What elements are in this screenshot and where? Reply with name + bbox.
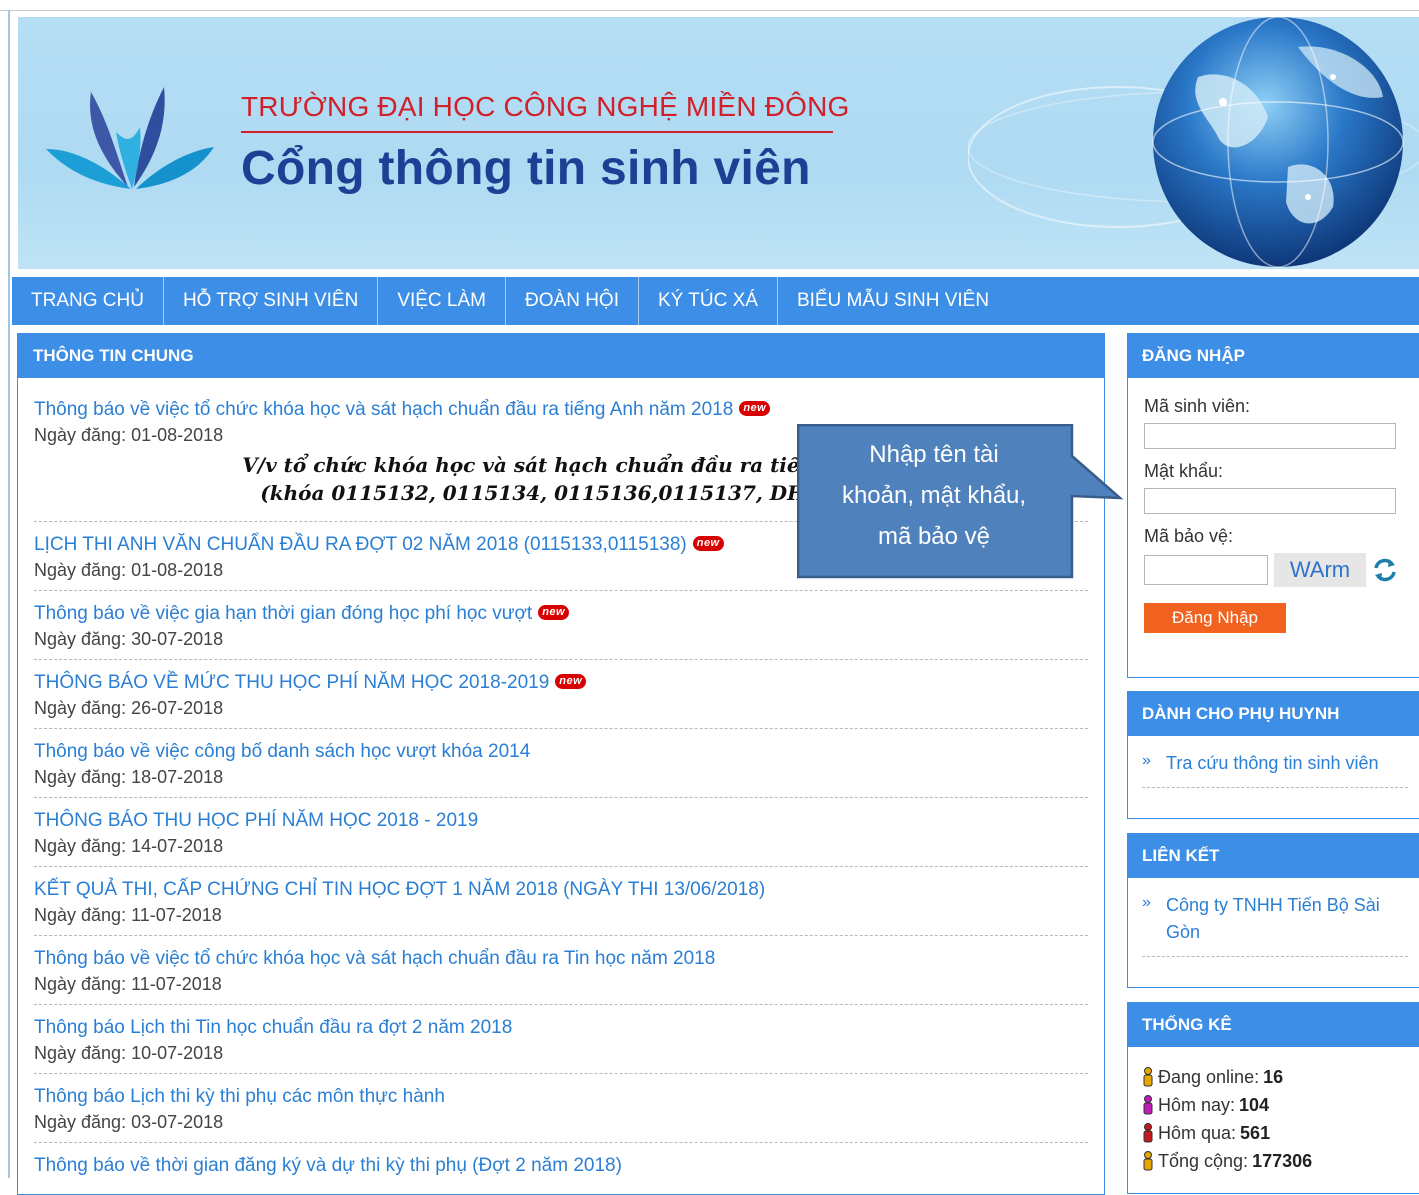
- news-item: THÔNG BÁO VỀ MỨC THU HỌC PHÍ NĂM HỌC 201…: [34, 667, 1088, 729]
- main-nav: TRANG CHỦ HỖ TRỢ SINH VIÊN VIỆC LÀM ĐOÀN…: [12, 277, 1419, 325]
- callout-line-2: khoản, mật khẩu,: [841, 482, 1027, 509]
- stats-header: THỐNG KÊ: [1128, 1003, 1419, 1047]
- captcha-image: WArm: [1274, 553, 1366, 587]
- callout-line-3: mã bảo vệ: [877, 523, 991, 550]
- stat-yesterday-value: 561: [1240, 1123, 1271, 1143]
- news-title-link[interactable]: KẾT QUẢ THI, CẤP CHỨNG CHỈ TIN HỌC ĐỢT 1…: [34, 879, 765, 900]
- news-item: KẾT QUẢ THI, CẤP CHỨNG CHỈ TIN HỌC ĐỢT 1…: [34, 874, 1088, 936]
- news-title-link[interactable]: THÔNG BÁO VỀ MỨC THU HỌC PHÍ NĂM HỌC 201…: [34, 672, 549, 693]
- nav-item-dormitory[interactable]: KÝ TÚC XÁ: [639, 277, 778, 325]
- chevron-right-icon: »: [1142, 894, 1151, 911]
- stat-yesterday: Hôm qua: 561: [1142, 1119, 1419, 1147]
- password-input[interactable]: [1144, 488, 1396, 514]
- general-info-header: THÔNG TIN CHUNG: [18, 334, 1104, 378]
- stat-total-value: 177306: [1252, 1151, 1313, 1171]
- captcha-label: Mã bảo vệ:: [1144, 526, 1234, 546]
- news-date: Ngày đăng: 14-07-2018: [34, 836, 224, 856]
- news-title-link[interactable]: Thông báo Lịch thi Tin học chuẩn đầu ra …: [34, 1017, 512, 1038]
- partner-link[interactable]: Công ty TNHH Tiến Bộ Sài Gòn: [1166, 892, 1408, 946]
- login-button[interactable]: Đăng Nhập: [1144, 603, 1286, 633]
- news-title-link[interactable]: LỊCH THI ANH VĂN CHUẨN ĐẦU RA ĐỢT 02 NĂM…: [34, 534, 687, 555]
- instruction-callout-text: Nhập tên tài khoản, mật khẩu, mã bảo vệ: [803, 434, 1065, 557]
- stat-yesterday-label: Hôm qua:: [1158, 1123, 1237, 1143]
- school-name: TRƯỜNG ĐẠI HỌC CÔNG NGHỆ MIỀN ĐÔNG: [241, 91, 850, 122]
- person-icon: [1143, 1151, 1153, 1171]
- news-date: Ngày đăng: 10-07-2018: [34, 1043, 224, 1063]
- news-title-link[interactable]: Thông báo về việc tổ chức khóa học và sá…: [34, 399, 733, 420]
- news-date: Ngày đăng: 11-07-2018: [34, 905, 222, 925]
- nav-item-jobs[interactable]: VIỆC LÀM: [378, 277, 507, 325]
- captcha-row: WArm: [1144, 553, 1419, 587]
- person-icon: [1143, 1067, 1153, 1087]
- news-item: THÔNG BÁO THU HỌC PHÍ NĂM HỌC 2018 - 201…: [34, 805, 1088, 867]
- parents-header: DÀNH CHO PHỤ HUYNH: [1128, 692, 1419, 736]
- page-left-border: [8, 10, 10, 1178]
- news-title-link[interactable]: THÔNG BÁO THU HỌC PHÍ NĂM HỌC 2018 - 201…: [34, 810, 478, 831]
- news-date: Ngày đăng: 18-07-2018: [34, 767, 224, 787]
- chevron-right-icon: »: [1142, 752, 1151, 769]
- nav-item-home[interactable]: TRANG CHỦ: [12, 277, 164, 325]
- news-date: Ngày đăng: 30-07-2018: [34, 629, 224, 649]
- stat-total: Tổng cộng: 177306: [1142, 1147, 1419, 1175]
- partner-link-item: » Công ty TNHH Tiến Bộ Sài Gòn: [1142, 878, 1408, 957]
- news-item: Thông báo Lịch thi kỳ thi phụ các môn th…: [34, 1081, 1088, 1143]
- stat-online-value: 16: [1263, 1067, 1284, 1087]
- new-badge: new: [538, 605, 570, 620]
- news-item: Thông báo về việc tổ chức khóa học và sá…: [34, 943, 1088, 1005]
- stat-online-label: Đang online:: [1158, 1067, 1260, 1087]
- password-label: Mật khẩu:: [1144, 461, 1224, 481]
- student-lookup-link[interactable]: Tra cứu thông tin sinh viên: [1166, 750, 1379, 777]
- globe-icon: [968, 17, 1419, 268]
- stat-today: Hôm nay: 104: [1142, 1091, 1419, 1119]
- news-item: Thông báo về việc công bố danh sách học …: [34, 736, 1088, 798]
- news-title-link[interactable]: Thông báo về việc gia hạn thời gian đóng…: [34, 603, 532, 624]
- person-icon: [1143, 1095, 1153, 1115]
- news-date: Ngày đăng: 11-07-2018: [34, 974, 222, 994]
- new-badge: new: [739, 401, 771, 416]
- refresh-captcha-icon[interactable]: [1372, 557, 1398, 583]
- news-title-link[interactable]: Thông báo về việc công bố danh sách học …: [34, 741, 530, 762]
- stat-today-value: 104: [1239, 1095, 1270, 1115]
- links-header: LIÊN KẾT: [1128, 834, 1419, 878]
- parents-panel: DÀNH CHO PHỤ HUYNH » Tra cứu thông tin s…: [1127, 691, 1419, 819]
- person-icon: [1143, 1123, 1153, 1143]
- stat-today-label: Hôm nay:: [1158, 1095, 1236, 1115]
- login-panel: ĐĂNG NHẬP Mã sinh viên: Mật khẩu: Mã bảo…: [1127, 333, 1419, 678]
- parents-link-item: » Tra cứu thông tin sinh viên: [1142, 736, 1408, 788]
- browser-top-strip: [0, 0, 1419, 11]
- nav-item-student-support[interactable]: HỖ TRỢ SINH VIÊN: [164, 277, 379, 325]
- captcha-input[interactable]: [1144, 555, 1268, 585]
- news-title-link[interactable]: Thông báo Lịch thi kỳ thi phụ các môn th…: [34, 1086, 445, 1107]
- stat-online: Đang online: 16: [1142, 1063, 1419, 1091]
- news-item: Thông báo về việc gia hạn thời gian đóng…: [34, 598, 1088, 660]
- site-banner: TRƯỜNG ĐẠI HỌC CÔNG NGHỆ MIỀN ĐÔNG Cổng …: [18, 17, 1419, 269]
- links-panel: LIÊN KẾT » Công ty TNHH Tiến Bộ Sài Gòn: [1127, 833, 1419, 988]
- student-id-input[interactable]: [1144, 423, 1396, 449]
- university-lotus-logo: [46, 87, 214, 189]
- news-title-link[interactable]: Thông báo về thời gian đăng ký và dự thi…: [34, 1155, 622, 1176]
- new-badge: new: [555, 674, 587, 689]
- login-header: ĐĂNG NHẬP: [1128, 334, 1419, 378]
- new-badge: new: [692, 536, 724, 551]
- student-id-label: Mã sinh viên:: [1144, 396, 1251, 416]
- portal-title: Cổng thông tin sinh viên: [241, 142, 811, 195]
- nav-item-student-forms[interactable]: BIỂU MẪU SINH VIÊN: [778, 277, 1008, 325]
- news-date: Ngày đăng: 03-07-2018: [34, 1112, 224, 1132]
- news-item: Thông báo Lịch thi Tin học chuẩn đầu ra …: [34, 1012, 1088, 1074]
- stat-total-label: Tổng cộng:: [1158, 1151, 1249, 1171]
- callout-line-1: Nhập tên tài: [869, 441, 999, 468]
- news-title-link[interactable]: Thông báo về việc tổ chức khóa học và sá…: [34, 948, 715, 969]
- news-date: Ngày đăng: 26-07-2018: [34, 698, 224, 718]
- school-name-underline: [241, 131, 833, 133]
- stats-panel: THỐNG KÊ Đang online: 16 Hôm nay: 104 Hôm …: [1127, 1002, 1419, 1194]
- nav-item-union[interactable]: ĐOÀN HỘI: [506, 277, 639, 325]
- news-item: Thông báo về thời gian đăng ký và dự thi…: [34, 1150, 1088, 1187]
